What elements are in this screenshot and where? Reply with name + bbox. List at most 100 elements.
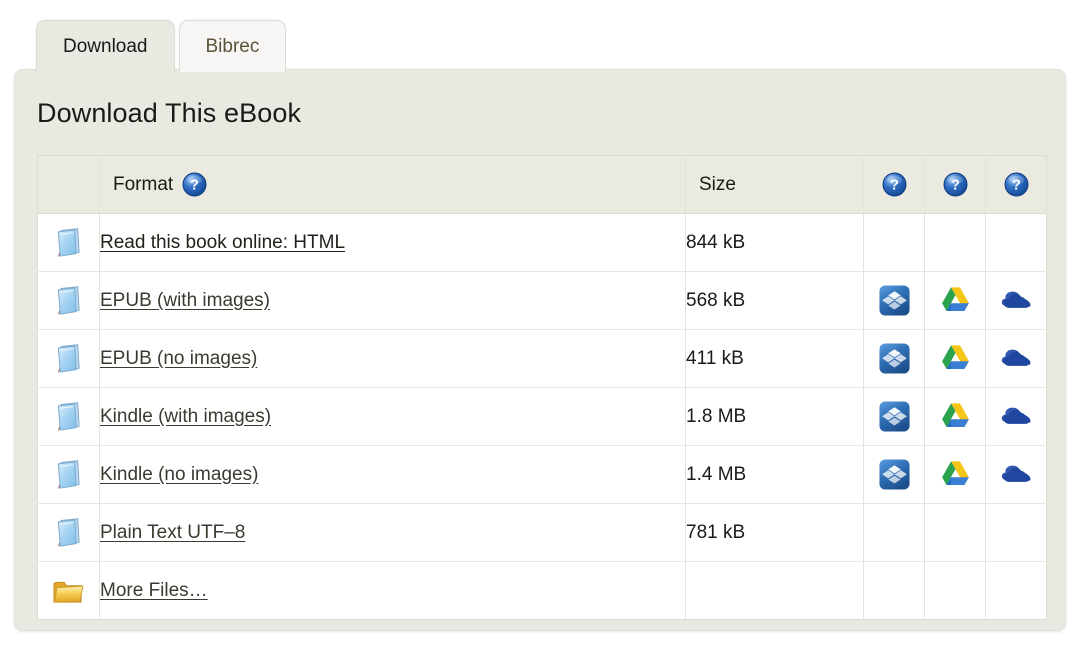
row-size-cell: 568 kB bbox=[685, 271, 864, 330]
tab-strip: Download Bibrec bbox=[0, 0, 1080, 72]
book-icon bbox=[54, 401, 83, 433]
row-format-cell: More Files… bbox=[99, 561, 686, 620]
row-format-icon-cell bbox=[37, 387, 100, 446]
row-size-cell: 1.4 MB bbox=[685, 445, 864, 504]
row-format-icon-cell bbox=[37, 329, 100, 388]
onedrive-icon[interactable] bbox=[1000, 400, 1033, 433]
table-row: EPUB (no images) 411 kB bbox=[37, 329, 1047, 388]
row-size-cell bbox=[685, 561, 864, 620]
onedrive-icon[interactable] bbox=[1000, 342, 1033, 375]
row-onedrive-cell bbox=[985, 271, 1047, 330]
row-onedrive-cell bbox=[985, 329, 1047, 388]
row-dropbox-cell bbox=[863, 213, 925, 272]
row-dropbox-cell bbox=[863, 271, 925, 330]
row-format-icon-cell bbox=[37, 503, 100, 562]
dropbox-icon[interactable] bbox=[878, 400, 911, 433]
google-drive-icon[interactable] bbox=[939, 400, 972, 433]
google-drive-icon[interactable] bbox=[939, 342, 972, 375]
row-onedrive-cell bbox=[985, 503, 1047, 562]
row-onedrive-cell bbox=[985, 387, 1047, 446]
format-link[interactable]: Read this book online: HTML bbox=[100, 232, 345, 253]
svg-text:?: ? bbox=[190, 178, 199, 194]
format-link[interactable]: Kindle (no images) bbox=[100, 464, 258, 485]
help-icon[interactable]: ? bbox=[1004, 172, 1029, 197]
format-link[interactable]: EPUB (no images) bbox=[100, 348, 257, 369]
table-row: EPUB (with images) 568 kB bbox=[37, 271, 1047, 330]
tab-bibrec[interactable]: Bibrec bbox=[178, 20, 287, 72]
row-onedrive-cell bbox=[985, 445, 1047, 504]
help-icon[interactable]: ? bbox=[943, 172, 968, 197]
header-onedrive: ? bbox=[985, 155, 1047, 214]
tab-bibrec-label: Bibrec bbox=[205, 35, 260, 57]
onedrive-icon[interactable] bbox=[1000, 284, 1033, 317]
header-format-label: Format bbox=[113, 173, 174, 195]
row-dropbox-cell bbox=[863, 445, 925, 504]
tab-download[interactable]: Download bbox=[36, 20, 175, 72]
dropbox-icon[interactable] bbox=[878, 284, 911, 317]
google-drive-icon[interactable] bbox=[939, 284, 972, 317]
row-google-drive-cell bbox=[924, 213, 986, 272]
tab-download-label: Download bbox=[63, 35, 148, 57]
onedrive-icon[interactable] bbox=[1000, 458, 1033, 491]
row-format-cell: Read this book online: HTML bbox=[99, 213, 686, 272]
row-format-cell: EPUB (with images) bbox=[99, 271, 686, 330]
header-format: Format ? bbox=[99, 155, 686, 214]
svg-text:?: ? bbox=[951, 178, 960, 194]
download-formats-table: Format ? Size ? ? ? Read this book onlin… bbox=[37, 155, 1047, 620]
row-format-icon-cell bbox=[37, 271, 100, 330]
book-icon bbox=[54, 285, 83, 317]
row-dropbox-cell bbox=[863, 561, 925, 620]
format-link[interactable]: Plain Text UTF–8 bbox=[100, 522, 245, 543]
table-header: Format ? Size ? ? ? bbox=[37, 155, 1047, 214]
row-size-cell: 1.8 MB bbox=[685, 387, 864, 446]
row-format-cell: Kindle (with images) bbox=[99, 387, 686, 446]
help-icon[interactable]: ? bbox=[882, 172, 907, 197]
format-link[interactable]: EPUB (with images) bbox=[100, 290, 270, 311]
format-link[interactable]: More Files… bbox=[100, 580, 208, 601]
table-row: Read this book online: HTML 844 kB bbox=[37, 213, 1047, 272]
row-google-drive-cell bbox=[924, 561, 986, 620]
format-link[interactable]: Kindle (with images) bbox=[100, 406, 271, 427]
svg-text:?: ? bbox=[1012, 178, 1021, 194]
row-format-icon-cell bbox=[37, 213, 100, 272]
row-size-cell: 844 kB bbox=[685, 213, 864, 272]
google-drive-icon[interactable] bbox=[939, 458, 972, 491]
header-dropbox: ? bbox=[863, 155, 925, 214]
row-format-icon-cell bbox=[37, 445, 100, 504]
row-format-icon-cell bbox=[37, 561, 100, 620]
row-dropbox-cell bbox=[863, 329, 925, 388]
row-google-drive-cell bbox=[924, 271, 986, 330]
header-icon-col bbox=[37, 155, 100, 214]
book-icon bbox=[54, 459, 83, 491]
download-panel: Download This eBook Format ? Size ? ? ? … bbox=[14, 69, 1066, 631]
book-icon bbox=[54, 343, 83, 375]
row-format-cell: Plain Text UTF–8 bbox=[99, 503, 686, 562]
header-size-label: Size bbox=[699, 173, 736, 195]
dropbox-icon[interactable] bbox=[878, 458, 911, 491]
table-header-row: Format ? Size ? ? ? bbox=[37, 155, 1047, 214]
row-dropbox-cell bbox=[863, 387, 925, 446]
row-google-drive-cell bbox=[924, 387, 986, 446]
dropbox-icon[interactable] bbox=[878, 342, 911, 375]
table-row: Kindle (no images) 1.4 MB bbox=[37, 445, 1047, 504]
help-icon[interactable]: ? bbox=[182, 172, 207, 197]
header-google-drive: ? bbox=[924, 155, 986, 214]
table-row: Kindle (with images) 1.8 MB bbox=[37, 387, 1047, 446]
table-row: More Files… bbox=[37, 561, 1047, 620]
row-format-cell: EPUB (no images) bbox=[99, 329, 686, 388]
header-size: Size bbox=[685, 155, 864, 214]
row-google-drive-cell bbox=[924, 503, 986, 562]
table-body: Read this book online: HTML 844 kB EPUB (… bbox=[37, 213, 1047, 620]
book-icon bbox=[54, 227, 83, 259]
row-onedrive-cell bbox=[985, 561, 1047, 620]
row-format-cell: Kindle (no images) bbox=[99, 445, 686, 504]
row-size-cell: 781 kB bbox=[685, 503, 864, 562]
folder-icon bbox=[52, 577, 85, 605]
page-title: Download This eBook bbox=[37, 98, 302, 128]
table-row: Plain Text UTF–8 781 kB bbox=[37, 503, 1047, 562]
row-google-drive-cell bbox=[924, 329, 986, 388]
row-google-drive-cell bbox=[924, 445, 986, 504]
row-onedrive-cell bbox=[985, 213, 1047, 272]
book-icon bbox=[54, 517, 83, 549]
row-size-cell: 411 kB bbox=[685, 329, 864, 388]
